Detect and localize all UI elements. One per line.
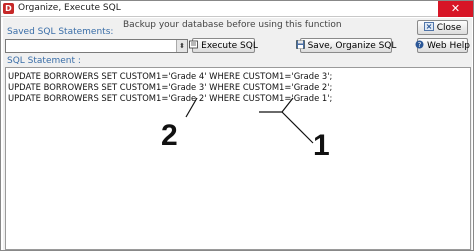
saved-statements-dropdown[interactable]: ⬍ bbox=[5, 39, 188, 53]
execute-sql-window: D Organize, Execute SQL ✕ Backup your da… bbox=[0, 0, 474, 251]
main-panel: Backup your database before using this f… bbox=[3, 18, 472, 250]
save-icon bbox=[295, 39, 305, 52]
annotation-marker-2: 2 bbox=[161, 119, 178, 152]
close-icon bbox=[423, 21, 434, 34]
save-organize-sql-label: Save, Organize SQL bbox=[307, 40, 397, 51]
web-help-button[interactable]: ? Web Help bbox=[415, 38, 471, 53]
save-organize-sql-button[interactable]: Save, Organize SQL bbox=[295, 38, 396, 53]
backup-notice: Backup your database before using this f… bbox=[123, 20, 342, 30]
web-help-label: Web Help bbox=[427, 40, 471, 51]
window-close-button[interactable]: ✕ bbox=[438, 1, 473, 17]
sql-statement-editor[interactable]: UPDATE BORROWERS SET CUSTOM1='Grade 4' W… bbox=[5, 67, 471, 250]
execute-icon bbox=[189, 40, 199, 52]
execute-sql-label: Execute SQL bbox=[201, 40, 258, 51]
dropdown-arrow-icon[interactable]: ⬍ bbox=[176, 40, 187, 52]
close-label: Close bbox=[436, 22, 462, 33]
svg-text:?: ? bbox=[418, 41, 422, 49]
app-icon: D bbox=[3, 3, 14, 14]
window-title: Organize, Execute SQL bbox=[18, 3, 121, 13]
sql-statement-label: SQL Statement : bbox=[7, 56, 81, 66]
title-bar: D Organize, Execute SQL ✕ bbox=[1, 1, 473, 17]
execute-sql-button[interactable]: Execute SQL bbox=[189, 38, 258, 53]
close-button[interactable]: Close bbox=[417, 20, 468, 35]
sql-line: UPDATE BORROWERS SET CUSTOM1='Grade 4' W… bbox=[8, 71, 333, 81]
sql-line: UPDATE BORROWERS SET CUSTOM1='Grade 2' W… bbox=[8, 93, 333, 103]
saved-statements-label: Saved SQL Statements: bbox=[7, 27, 114, 37]
annotation-marker-1: 1 bbox=[313, 129, 330, 162]
help-icon: ? bbox=[415, 40, 424, 52]
sql-line: UPDATE BORROWERS SET CUSTOM1='Grade 3' W… bbox=[8, 82, 333, 92]
